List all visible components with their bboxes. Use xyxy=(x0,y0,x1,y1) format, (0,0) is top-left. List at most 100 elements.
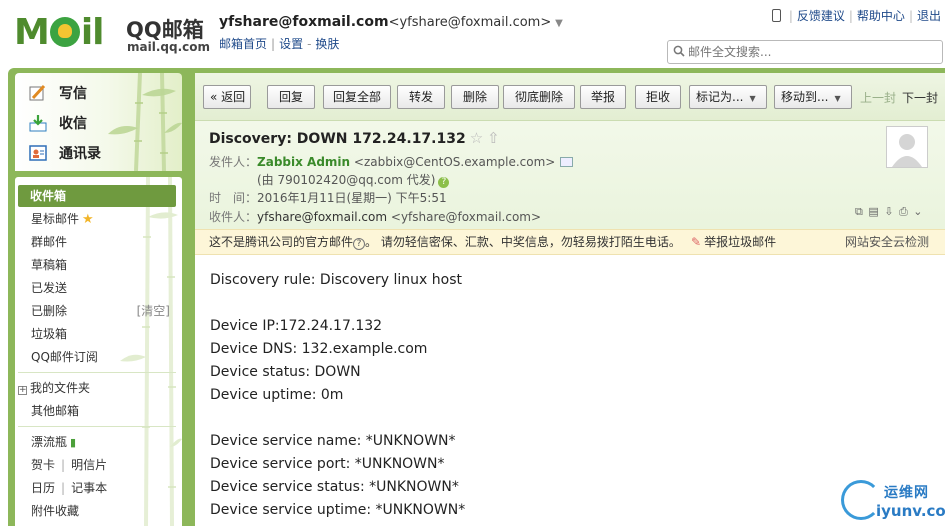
sender-address: <zabbix@CentOS.example.com> xyxy=(353,155,556,169)
folder-sent[interactable]: 已发送 xyxy=(31,279,67,297)
prev-mail-link[interactable]: 上一封 xyxy=(860,91,896,105)
next-mail-link[interactable]: 下一封 xyxy=(902,91,938,105)
report-spam-label: 举报垃圾邮件 xyxy=(704,235,777,249)
move-to-dropdown[interactable]: 移动到... ▼ xyxy=(774,85,852,109)
reply-all-button[interactable]: 回复全部 xyxy=(323,85,391,109)
folder-attachments[interactable]: 附件收藏 xyxy=(31,502,79,520)
contacts-icon xyxy=(29,145,47,161)
body-line: Device status: DOWN xyxy=(210,364,361,380)
link-settings[interactable]: 设置 xyxy=(279,37,303,51)
warning-text-main: 这不是腾讯公司的官方邮件 xyxy=(209,235,354,249)
link-mail-home[interactable]: 邮箱首页 xyxy=(219,37,267,51)
link-skin[interactable]: 换肤 xyxy=(315,37,339,51)
mail-body: Discovery rule: Discovery linux host Dev… xyxy=(210,269,830,522)
mark-as-dropdown[interactable]: 标记为... ▼ xyxy=(689,85,767,109)
folder-deleted[interactable]: 已删除 [清空] xyxy=(31,302,176,320)
report-button[interactable]: 举报 xyxy=(580,85,626,109)
mail-reader: « 返回 回复 回复全部 转发 删除 彻底删除 举报 拒收 标记为... ▼ 移动… xyxy=(195,73,945,526)
compose-icon xyxy=(29,84,46,101)
back-button[interactable]: « 返回 xyxy=(203,85,251,109)
folder-starred[interactable]: 星标邮件 ★ xyxy=(31,210,94,228)
view-source-icon[interactable]: ▤ xyxy=(868,205,879,218)
folder-spam[interactable]: 垃圾箱 xyxy=(31,325,67,343)
reply-button[interactable]: 回复 xyxy=(267,85,315,109)
link-notebook[interactable]: 记事本 xyxy=(71,481,107,495)
sender-avatar[interactable] xyxy=(886,126,928,168)
body-line: Device service name: *UNKNOWN* xyxy=(210,433,456,449)
site-watermark: 运维网 iyunv.com xyxy=(840,478,945,524)
account-name: yfshare@foxmail.com xyxy=(219,14,389,30)
empty-trash-link[interactable]: [清空] xyxy=(137,302,170,320)
body-line: Device service port: *UNKNOWN* xyxy=(210,456,445,472)
link-calendar[interactable]: 日历 xyxy=(31,481,55,495)
mark-as-label: 标记为... xyxy=(696,90,744,104)
help-circle-icon[interactable]: ? xyxy=(353,238,366,250)
help-icon[interactable]: ? xyxy=(438,177,450,188)
search-icon[interactable] xyxy=(673,45,685,57)
delete-forever-button[interactable]: 彻底删除 xyxy=(503,85,575,109)
mail-pager: 上一封 下一封 xyxy=(860,89,938,106)
account-dropdown-icon[interactable]: ▼ xyxy=(555,18,563,29)
contacts-button[interactable]: 通讯录 xyxy=(29,142,101,164)
watermark-url: iyunv.com xyxy=(876,502,945,520)
default-avatar-icon xyxy=(892,134,922,167)
compose-button[interactable]: 写信 xyxy=(29,82,87,104)
save-icon[interactable]: ⇩ xyxy=(884,205,894,218)
qq-mail-logo[interactable]: Mil QQ邮箱 mail.qq.com xyxy=(14,10,214,60)
security-check-link[interactable]: 网站安全云检测 xyxy=(845,230,929,254)
search-input[interactable] xyxy=(688,43,938,61)
receive-icon xyxy=(29,115,47,132)
priority-icon[interactable]: ⇧ xyxy=(487,129,500,147)
star-icon: ★ xyxy=(82,212,94,227)
sender-label: 发件人： xyxy=(209,155,258,169)
account-info[interactable]: yfshare@foxmail.com<yfshare@foxmail.com>… xyxy=(219,14,563,30)
more-chevron-icon[interactable]: ⌄ xyxy=(913,205,923,218)
move-to-label: 移动到... xyxy=(781,90,829,104)
link-card[interactable]: 贺卡 xyxy=(31,458,55,472)
body-line: Discovery rule: Discovery linux host xyxy=(210,272,463,288)
folder-subscribe[interactable]: QQ邮件订阅 xyxy=(31,348,98,366)
folder-deleted-label: 已删除 xyxy=(31,304,68,318)
contact-card-icon[interactable] xyxy=(560,157,574,167)
recipient-name[interactable]: yfshare@foxmail.com xyxy=(257,210,387,224)
folder-my-folders[interactable]: + 我的文件夹 xyxy=(18,379,90,397)
proxy-note: (由 790102420@qq.com 代发) xyxy=(257,173,436,187)
folder-drift-label: 漂流瓶 xyxy=(31,435,68,449)
folder-my-folders-label: 我的文件夹 xyxy=(30,381,91,395)
new-window-icon[interactable]: ⧉ xyxy=(855,205,864,218)
chevron-down-icon: ▼ xyxy=(749,94,756,103)
reject-button[interactable]: 拒收 xyxy=(635,85,681,109)
link-postcard[interactable]: 明信片 xyxy=(71,458,107,472)
logo-domain: mail.qq.com xyxy=(127,40,210,54)
receive-button[interactable]: 收信 xyxy=(29,112,87,134)
mobile-icon[interactable] xyxy=(771,9,781,22)
delete-button[interactable]: 删除 xyxy=(451,85,499,109)
subject-text: Discovery: DOWN 172.24.17.132 xyxy=(209,131,466,147)
recipient-row: 收件人：yfshare@foxmail.com <yfshare@foxmail… xyxy=(209,208,541,225)
folder-group[interactable]: 群邮件 xyxy=(31,233,67,251)
report-flag-icon: ✎ xyxy=(691,235,702,249)
search-box[interactable] xyxy=(667,40,943,64)
folder-inbox[interactable]: 收件箱 xyxy=(18,185,176,207)
mail-header: Discovery: DOWN 172.24.17.132 ☆ ⇧ 发件人：Zabb… xyxy=(195,121,945,229)
folder-other-mailbox[interactable]: 其他邮箱 xyxy=(31,402,79,420)
forward-button[interactable]: 转发 xyxy=(397,85,445,109)
star-toggle-icon[interactable]: ☆ xyxy=(470,129,483,147)
warning-text: 这不是腾讯公司的官方邮件?。 请勿轻信密保、汇款、中奖信息，勿轻易拨打陌生电话。 xyxy=(209,230,681,254)
logo-mark: Mil xyxy=(14,12,105,53)
chevron-down-icon: ▼ xyxy=(834,94,841,103)
expand-icon[interactable]: + xyxy=(18,386,27,395)
contacts-label: 通讯录 xyxy=(59,146,101,162)
link-feedback[interactable]: 反馈建议 xyxy=(797,9,845,23)
sender-name[interactable]: Zabbix Admin xyxy=(257,155,350,169)
sender-row: 发件人：Zabbix Admin <zabbix@CentOS.example.… xyxy=(209,153,574,170)
body-line xyxy=(210,407,830,430)
link-logout[interactable]: 退出 xyxy=(917,9,941,23)
security-warning-bar: 这不是腾讯公司的官方邮件?。 请勿轻信密保、汇款、中奖信息，勿轻易拨打陌生电话。… xyxy=(195,229,945,255)
folder-drift-bottle[interactable]: 漂流瓶 ▮ xyxy=(31,433,76,451)
folder-drafts[interactable]: 草稿箱 xyxy=(31,256,67,274)
report-spam-link[interactable]: ✎ 举报垃圾邮件 xyxy=(691,230,776,254)
time-value: 2016年1月11日(星期一) 下午5:51 xyxy=(257,191,447,205)
link-help[interactable]: 帮助中心 xyxy=(857,9,905,23)
print-icon[interactable]: ⎙ xyxy=(899,205,909,218)
